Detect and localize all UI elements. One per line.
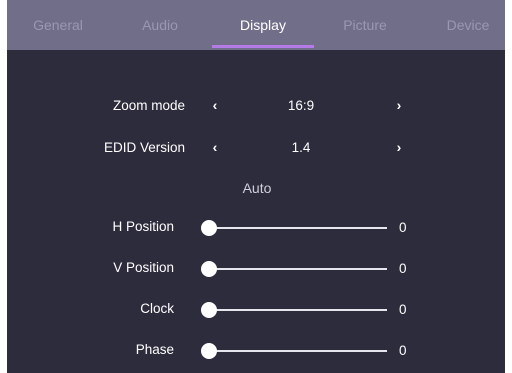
tab-picture[interactable]: Picture (315, 0, 415, 50)
phase-slider[interactable] (201, 343, 387, 359)
phase-value: 0 (399, 343, 407, 358)
slider-track (209, 227, 387, 229)
clock-label: Clock (140, 301, 174, 316)
slider-track (209, 309, 387, 311)
clock-slider[interactable] (201, 302, 387, 318)
tab-device[interactable]: Device (415, 0, 505, 50)
chevron-left-icon[interactable]: ‹ (208, 97, 222, 113)
zoom-mode-value: 16:9 (287, 98, 315, 113)
h-position-slider[interactable] (201, 220, 387, 236)
tab-audio[interactable]: Audio (109, 0, 211, 50)
v-position-label: V Position (113, 260, 174, 275)
tab-general[interactable]: General (7, 0, 109, 50)
chevron-right-icon[interactable]: › (392, 97, 406, 113)
clock-value: 0 (399, 302, 407, 317)
slider-thumb[interactable] (201, 302, 217, 318)
phase-label: Phase (135, 342, 174, 357)
tab-bar: General Audio Display Picture Device (7, 0, 505, 50)
auto-button[interactable]: Auto (237, 180, 277, 196)
slider-thumb[interactable] (201, 261, 217, 277)
v-position-slider[interactable] (201, 261, 387, 277)
slider-thumb[interactable] (201, 343, 217, 359)
zoom-mode-label: Zoom mode (112, 98, 185, 113)
slider-thumb[interactable] (201, 220, 217, 236)
edid-version-label: EDID Version (103, 140, 185, 155)
h-position-value: 0 (399, 220, 407, 235)
slider-track (209, 268, 387, 270)
chevron-right-icon[interactable]: › (392, 139, 406, 155)
v-position-value: 0 (399, 261, 407, 276)
tab-display[interactable]: Display (211, 0, 315, 50)
edid-version-value: 1.4 (291, 140, 311, 155)
h-position-label: H Position (112, 219, 174, 234)
active-tab-indicator (212, 45, 314, 48)
settings-window: General Audio Display Picture Device Zoo… (7, 0, 505, 373)
chevron-left-icon[interactable]: ‹ (208, 139, 222, 155)
slider-track (209, 350, 387, 352)
